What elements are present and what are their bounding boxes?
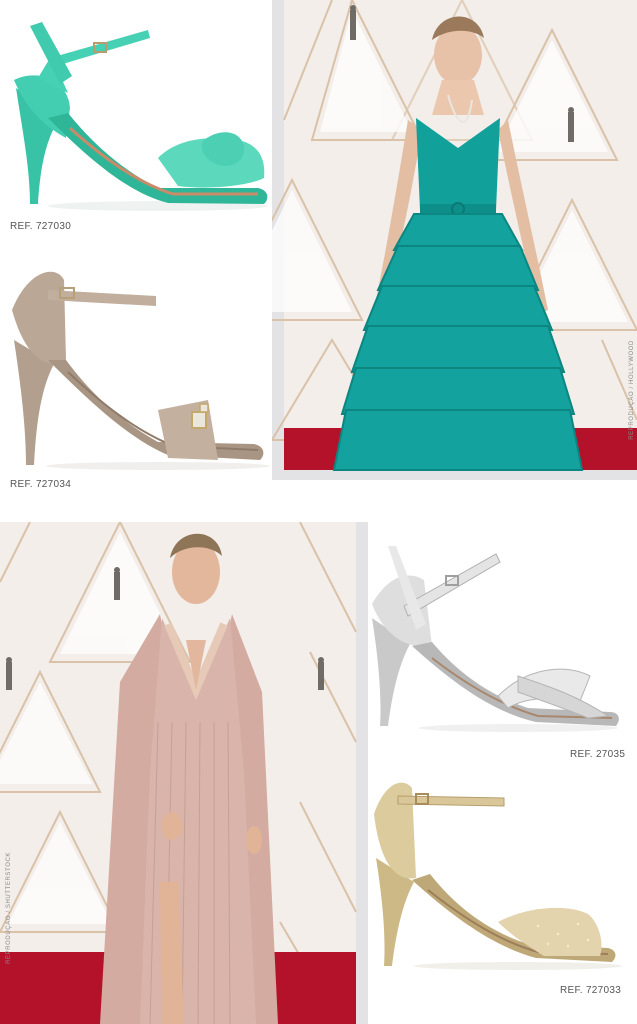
red-carpet-photo-teal-gown: REPRODUÇÃO / HOLLYWOOD — [272, 0, 637, 480]
photo-credit-1: REPRODUÇÃO / HOLLYWOOD — [629, 340, 635, 440]
shoe-nude-image — [8, 260, 270, 475]
shoe-turquoise-image — [8, 18, 276, 218]
red-carpet-photo-pink-gown: REPRODUÇÃO / SHUTTERSTOCK — [0, 522, 368, 1024]
shoe-nude-ref: REF. 727034 — [10, 479, 72, 490]
shoe-turquoise-ref: REF. 727030 — [10, 221, 72, 232]
photo-credit-2: REPRODUÇÃO / SHUTTERSTOCK — [6, 852, 12, 964]
shoe-silver-image — [368, 546, 628, 736]
shoe-gold-image — [368, 774, 630, 974]
shoe-silver-ref: REF. 27035 — [570, 749, 626, 760]
shoe-gold-ref: REF. 727033 — [560, 985, 622, 996]
